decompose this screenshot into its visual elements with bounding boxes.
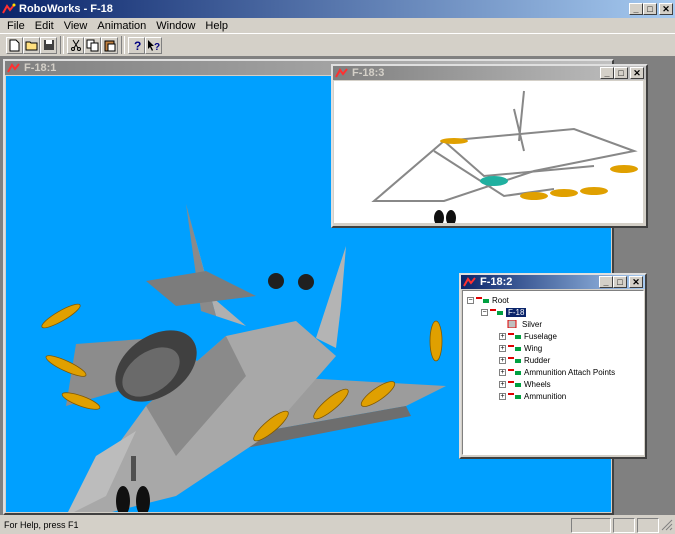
collapse-icon[interactable]: − [481,308,488,316]
tree-node-label: Ammunition [524,391,567,401]
tree-window-maximize-button[interactable]: □ [613,276,627,288]
tree-node-root[interactable]: − Root [467,294,643,306]
node-icon [476,297,489,303]
roboworks-doc-icon [7,63,20,73]
toolbar-separator [121,36,125,54]
view-window-3-title: F-18:3 [352,67,385,79]
new-button[interactable] [6,36,23,54]
paste-button[interactable] [101,36,118,54]
svg-text:?: ? [154,42,160,52]
open-button[interactable] [23,36,40,54]
node-icon [508,333,521,339]
tree-node-label: Root [492,295,509,305]
view-window-3-title-bar[interactable]: F-18:3 _ □ ✕ [333,66,646,80]
view-window-3-close-button[interactable]: ✕ [630,67,644,79]
roboworks-doc-icon [463,277,476,287]
tree-window-close-button[interactable]: ✕ [629,276,643,288]
expand-icon[interactable]: + [499,380,506,388]
close-button[interactable]: ✕ [659,3,673,15]
status-bar: For Help, press F1 [0,516,675,534]
object-tree[interactable]: − Root − F-18 Silver + Fuselage + Wing +… [462,290,644,455]
save-button[interactable] [40,36,57,54]
view-window-3[interactable]: F-18:3 _ □ ✕ [331,64,648,228]
app-title-bar: RoboWorks - F-18 _ □ ✕ [0,0,675,18]
copy-icon [86,39,99,51]
svg-text:?: ? [134,39,141,52]
tree-node-label: Fuselage [524,331,557,341]
about-button[interactable]: ? [128,36,145,54]
tree-node-label: Rudder [524,355,551,365]
status-indicator-num [613,517,635,533]
tree-node-label: Ammunition Attach Points [524,367,616,377]
expand-icon[interactable]: + [499,368,506,376]
maximize-button[interactable]: □ [643,3,657,15]
tree-node-label: Wing [524,343,543,353]
tree-node-material[interactable]: Silver [467,318,643,330]
tree-node-child[interactable]: + Ammunition Attach Points [467,366,643,378]
cut-icon [70,39,81,51]
tree-window-title: F-18:2 [480,276,513,288]
menu-edit[interactable]: Edit [30,18,59,33]
tree-window-minimize-button[interactable]: _ [599,276,613,288]
tree-node-label: Silver [522,319,543,329]
roboworks-app-icon[interactable] [2,3,16,15]
view-window-3-minimize-button[interactable]: _ [600,67,614,79]
context-help-button[interactable]: ? [145,36,162,54]
status-indicator-cap [571,517,611,533]
status-indicator-scrl [637,517,659,533]
expand-icon[interactable]: + [499,356,506,364]
open-icon [25,41,37,51]
material-icon [507,320,517,328]
tree-node-label-selected: F-18 [506,307,527,317]
menu-animation[interactable]: Animation [92,18,151,33]
node-icon [508,393,521,399]
tree-window[interactable]: F-18:2 _ □ ✕ − Root − F-18 Silver + Fuse… [459,273,647,459]
menu-window[interactable]: Window [151,18,200,33]
tree-node-child[interactable]: + Rudder [467,354,643,366]
toolbar-separator [60,36,64,54]
status-text: For Help, press F1 [4,520,79,530]
paste-icon [104,40,115,51]
menu-view[interactable]: View [59,18,93,33]
tree-node-child[interactable]: + Wheels [467,378,643,390]
expand-icon[interactable]: + [499,392,506,400]
tree-node-child[interactable]: + Wing [467,342,643,354]
node-icon [508,345,521,351]
tree-node-child[interactable]: + Ammunition [467,390,643,402]
roboworks-doc-icon [335,68,348,78]
minimize-button[interactable]: _ [629,3,643,15]
cut-button[interactable] [67,36,84,54]
toolbar: ? ? [0,33,675,57]
tree-node-child[interactable]: + Fuselage [467,330,643,342]
menu-file[interactable]: File [2,18,30,33]
resize-grip-icon[interactable] [661,519,673,531]
node-icon [490,309,503,315]
node-icon [508,381,521,387]
node-icon [508,357,521,363]
collapse-icon[interactable]: − [467,296,474,304]
node-icon [508,369,521,375]
menu-help[interactable]: Help [200,18,233,33]
wireframe-viewport[interactable] [334,81,643,223]
new-icon [9,39,20,51]
context-help-icon: ? [147,39,160,52]
menu-bar: File Edit View Animation Window Help [2,18,233,33]
about-icon: ? [134,39,141,52]
app-title: RoboWorks - F-18 [19,3,113,15]
tree-window-title-bar[interactable]: F-18:2 _ □ ✕ [461,275,645,289]
view-window-3-maximize-button[interactable]: □ [614,67,628,79]
save-icon [43,40,54,50]
expand-icon[interactable]: + [499,332,506,340]
tree-node-model[interactable]: − F-18 [467,306,643,318]
copy-button[interactable] [84,36,101,54]
tree-node-label: Wheels [524,379,551,389]
expand-icon[interactable]: + [499,344,506,352]
